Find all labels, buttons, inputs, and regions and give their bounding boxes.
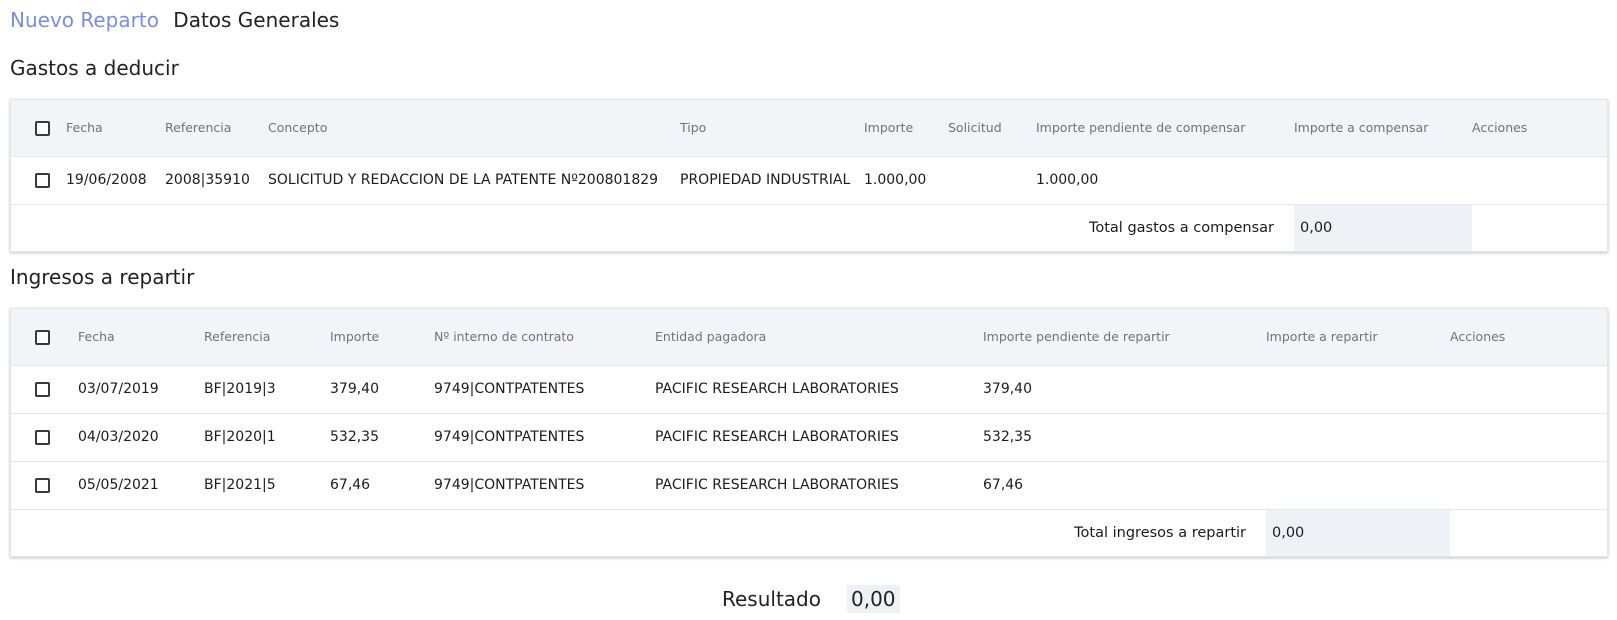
row-select-cell (11, 460, 78, 509)
ingresos-total-value: 0,00 (1266, 508, 1450, 556)
gastos-section-title: Gastos a deducir (10, 56, 179, 80)
breadcrumb: Nuevo Reparto Datos Generales (10, 8, 339, 32)
gastos-header-row: Fecha Referencia Concepto Tipo Importe S… (11, 100, 1607, 156)
ingresos-col-contrato[interactable]: Nº interno de contrato (434, 309, 655, 365)
ingresos-col-acciones: Acciones (1450, 309, 1607, 365)
gastos-tipo: PROPIEDAD INDUSTRIAL (680, 155, 864, 204)
ingresos-col-pendiente[interactable]: Importe pendiente de repartir (983, 309, 1266, 365)
gastos-acciones (1472, 155, 1607, 204)
ingresos-importe: 67,46 (330, 460, 434, 509)
ingresos-importe: 532,35 (330, 412, 434, 461)
gastos-fecha: 19/06/2008 (66, 155, 165, 204)
ingresos-fecha: 04/03/2020 (78, 412, 204, 461)
gastos-referencia: 2008|35910 (165, 155, 268, 204)
row-checkbox[interactable] (35, 477, 50, 493)
table-row: 19/06/2008 2008|35910 SOLICITUD Y REDACC… (11, 155, 1607, 204)
row-select-cell (11, 364, 78, 413)
ingresos-acciones (1450, 364, 1607, 413)
ingresos-pendiente: 67,46 (983, 460, 1266, 509)
row-checkbox[interactable] (35, 172, 50, 188)
gastos-col-solicitud[interactable]: Solicitud (948, 100, 1036, 156)
gastos-concepto: SOLICITUD Y REDACCION DE LA PATENTE Nº20… (268, 155, 680, 204)
ingresos-importe: 379,40 (330, 364, 434, 413)
ingresos-col-referencia[interactable]: Referencia (204, 309, 330, 365)
breadcrumb-nuevo-reparto-link[interactable]: Nuevo Reparto (10, 8, 159, 32)
ingresos-col-importe[interactable]: Importe (330, 309, 434, 365)
ingresos-contrato: 9749|CONTPATENTES (434, 412, 655, 461)
ingresos-referencia: BF|2019|3 (204, 364, 330, 413)
ingresos-referencia: BF|2020|1 (204, 412, 330, 461)
row-select-cell (11, 155, 66, 204)
ingresos-col-entidad[interactable]: Entidad pagadora (655, 309, 983, 365)
gastos-total-value: 0,00 (1294, 203, 1472, 251)
gastos-importe: 1.000,00 (864, 155, 948, 204)
table-row: 05/05/2021 BF|2021|5 67,46 9749|CONTPATE… (11, 460, 1607, 509)
ingresos-contrato: 9749|CONTPATENTES (434, 460, 655, 509)
ingresos-select-all-cell (11, 309, 78, 365)
gastos-pendiente: 1.000,00 (1036, 155, 1294, 204)
ingresos-pendiente: 532,35 (983, 412, 1266, 461)
gastos-col-compensar[interactable]: Importe a compensar (1294, 100, 1472, 156)
gastos-col-pendiente[interactable]: Importe pendiente de compensar (1036, 100, 1294, 156)
row-checkbox[interactable] (35, 381, 50, 397)
ingresos-contrato: 9749|CONTPATENTES (434, 364, 655, 413)
table-row: 04/03/2020 BF|2020|1 532,35 9749|CONTPAT… (11, 412, 1607, 461)
ingresos-table-card: Fecha Referencia Importe Nº interno de c… (10, 308, 1608, 557)
ingresos-total-row: Total ingresos a repartir 0,00 (11, 508, 1607, 556)
ingresos-acciones (1450, 460, 1607, 509)
ingresos-entidad: PACIFIC RESEARCH LABORATORIES (655, 412, 983, 461)
gastos-col-fecha[interactable]: Fecha (66, 100, 165, 156)
gastos-total-row: Total gastos a compensar 0,00 (11, 203, 1607, 251)
ingresos-repartir-input[interactable] (1266, 460, 1450, 509)
ingresos-fecha: 03/07/2019 (78, 364, 204, 413)
resultado: Resultado 0,00 (722, 585, 900, 613)
resultado-label: Resultado (722, 587, 821, 611)
ingresos-entidad: PACIFIC RESEARCH LABORATORIES (655, 364, 983, 413)
ingresos-table: Fecha Referencia Importe Nº interno de c… (11, 309, 1607, 556)
gastos-table-card: Fecha Referencia Concepto Tipo Importe S… (10, 99, 1608, 252)
gastos-select-all-checkbox[interactable] (35, 120, 50, 136)
gastos-total-empty (1472, 203, 1607, 251)
table-row: 03/07/2019 BF|2019|3 379,40 9749|CONTPAT… (11, 364, 1607, 413)
gastos-solicitud (948, 155, 1036, 204)
ingresos-col-repartir[interactable]: Importe a repartir (1266, 309, 1450, 365)
ingresos-header-row: Fecha Referencia Importe Nº interno de c… (11, 309, 1607, 365)
ingresos-entidad: PACIFIC RESEARCH LABORATORIES (655, 460, 983, 509)
resultado-value: 0,00 (846, 585, 900, 613)
ingresos-acciones (1450, 412, 1607, 461)
ingresos-referencia: BF|2021|5 (204, 460, 330, 509)
gastos-col-tipo[interactable]: Tipo (680, 100, 864, 156)
ingresos-repartir-input[interactable] (1266, 412, 1450, 461)
row-checkbox[interactable] (35, 429, 50, 445)
gastos-select-all-cell (11, 100, 66, 156)
ingresos-total-label: Total ingresos a repartir (11, 508, 1266, 556)
gastos-total-label: Total gastos a compensar (11, 203, 1294, 251)
row-select-cell (11, 412, 78, 461)
gastos-col-concepto[interactable]: Concepto (268, 100, 680, 156)
ingresos-pendiente: 379,40 (983, 364, 1266, 413)
gastos-col-importe[interactable]: Importe (864, 100, 948, 156)
ingresos-col-fecha[interactable]: Fecha (78, 309, 204, 365)
ingresos-fecha: 05/05/2021 (78, 460, 204, 509)
ingresos-total-empty (1450, 508, 1607, 556)
ingresos-select-all-checkbox[interactable] (35, 329, 50, 345)
ingresos-section-title: Ingresos a repartir (10, 265, 195, 289)
gastos-compensar-input[interactable] (1294, 155, 1472, 204)
breadcrumb-current: Datos Generales (173, 8, 340, 32)
ingresos-repartir-input[interactable] (1266, 364, 1450, 413)
gastos-col-acciones: Acciones (1472, 100, 1607, 156)
gastos-table: Fecha Referencia Concepto Tipo Importe S… (11, 100, 1607, 251)
gastos-col-referencia[interactable]: Referencia (165, 100, 268, 156)
